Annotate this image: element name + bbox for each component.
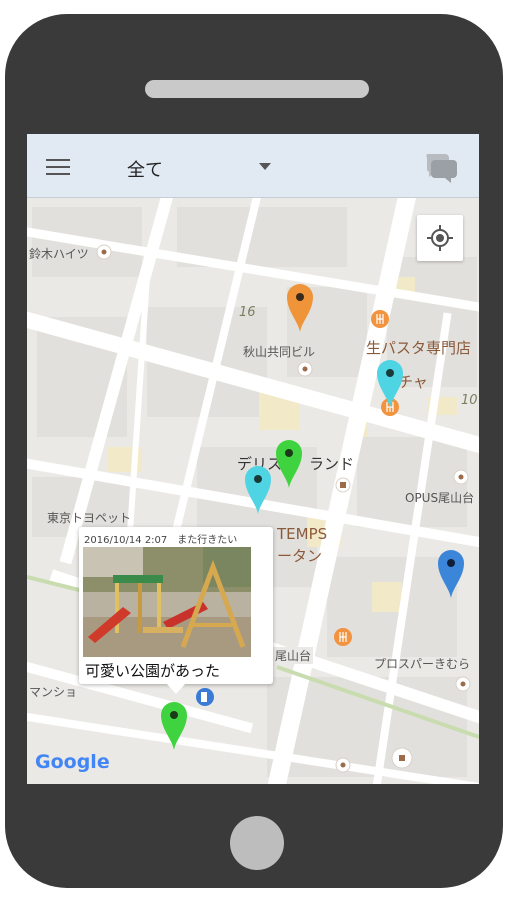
playground-photo [83,547,251,657]
filter-dropdown[interactable]: 全て [119,150,279,182]
phone-speaker [145,80,369,98]
map-label-tokyo-toyopet: 東京トヨペット [47,511,132,525]
map-label-suzuki: 鈴木ハイツ [29,247,89,261]
map-label-opus: OPUS尾山台 [405,491,475,505]
map-label-mansion: マンショ [29,685,78,699]
filter-selected-value: 全て [127,160,163,181]
map-label-oyama: 尾山台 [273,647,314,664]
info-window-pointer [167,684,185,694]
map-label-ten: 10 [461,393,478,408]
crosshair-location-icon[interactable] [417,215,463,261]
blue-pin[interactable] [436,547,466,599]
memo-timestamp: 2016/10/14 2:07 また行きたい [84,535,238,546]
memo-text: 可愛い公園があった [85,662,221,680]
google-logo-text: Google [35,751,110,773]
hamburger-menu-icon[interactable] [43,154,73,178]
home-button[interactable] [230,816,284,870]
green-pin-1[interactable] [274,437,304,489]
cyan-pin-2[interactable] [243,463,273,515]
triangle-down-icon [259,163,271,170]
map-label-akiyama: 秋山共同ビル [243,345,316,359]
green-pin-2[interactable] [159,699,189,751]
map-label-block-number: 16 [239,305,256,320]
map-label-temps: TEMPS [277,525,328,543]
app-screen: 全て 鈴木ハイツ 16 秋山共同ビル 生パスタ専門店 チャ 10 デリス ランド… [27,134,479,784]
map-view[interactable]: 鈴木ハイツ 16 秋山共同ビル 生パスタ専門店 チャ 10 デリス ランド 東京… [27,197,479,784]
cyan-pin-1[interactable] [375,357,405,409]
map-label-prosper: プロスパーきむら [374,657,471,671]
memo-info-window[interactable]: 2016/10/14 2:07 また行きたい 可愛い公園があった [79,527,273,694]
google-logo: Google [35,751,110,773]
map-label-tan: ータン [277,547,323,565]
map-label-land: ランド [309,455,355,473]
app-toolbar: 全て [27,134,479,198]
map-label-pasta: 生パスタ専門店 [366,339,472,357]
chat-bubbles-icon[interactable] [421,146,461,186]
orange-pin[interactable] [285,281,315,333]
